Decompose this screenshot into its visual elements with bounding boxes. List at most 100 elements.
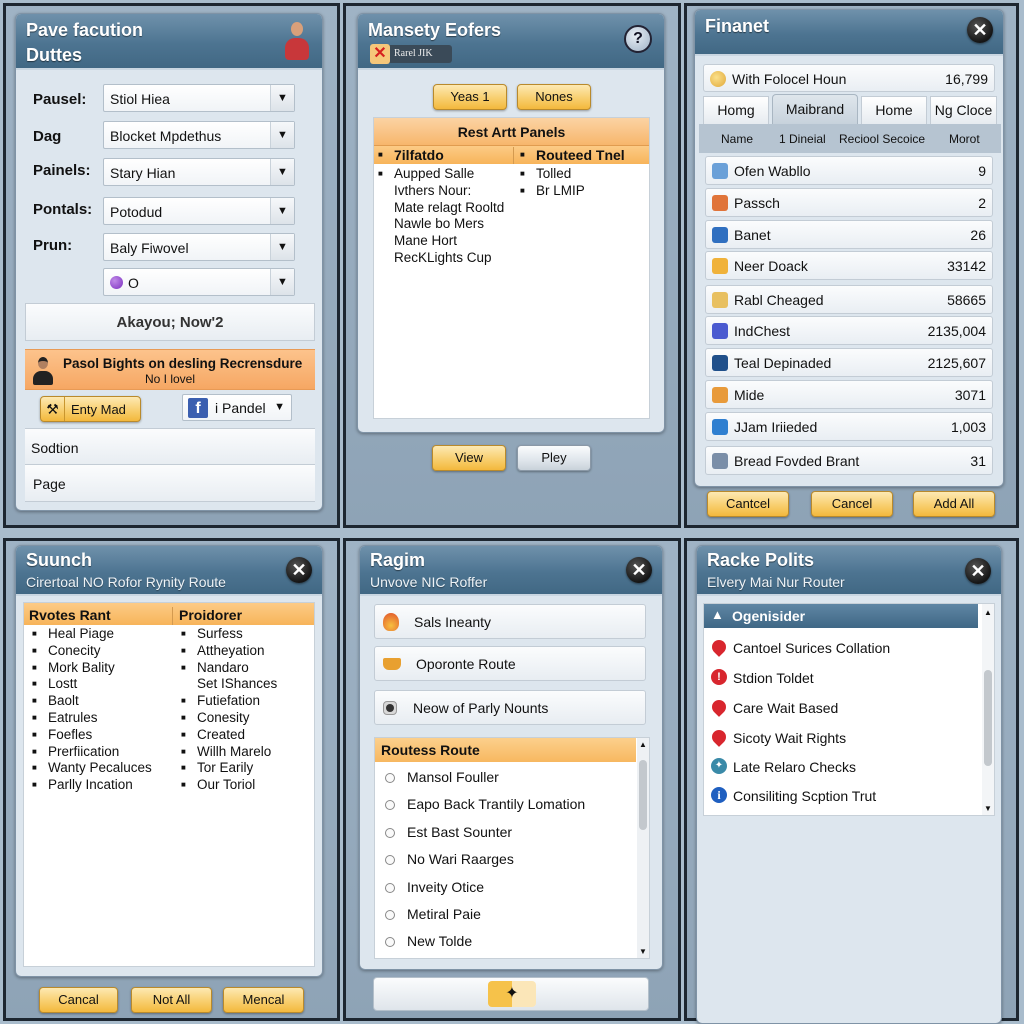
list-item[interactable]: RecKLights Cup [374, 250, 504, 267]
list-item[interactable]: Mate relagt Rooltd [374, 200, 504, 217]
table-row[interactable]: Rabl Cheaged 58665 [705, 285, 993, 314]
list-item[interactable]: Nawle bo Mers [374, 216, 504, 233]
table-row[interactable]: Mide 3071 [705, 380, 993, 409]
add-all-button[interactable]: Add All [913, 491, 995, 517]
dag-dropdown[interactable]: Blocket Mpdethus ▼ [103, 121, 295, 149]
table-row[interactable]: Ofen Wabllo 9 [705, 156, 993, 185]
list-item[interactable]: Parlly Incation [28, 777, 152, 794]
list-item[interactable]: Mork Bality [28, 660, 152, 677]
radio-item[interactable]: Est Bast Sounter [375, 819, 637, 846]
option-sals-ineanty[interactable]: Sals Ineanty [374, 604, 646, 639]
place-item[interactable]: Cantoel Surices Collation [704, 636, 978, 662]
list-item[interactable]: Conecity [28, 643, 152, 660]
col1-header[interactable]: Rvotes Rant [29, 607, 173, 625]
list-item[interactable]: Baolt [28, 693, 152, 710]
table-row[interactable]: Banet 26 [705, 220, 993, 249]
close-button[interactable]: ✕ [965, 558, 991, 584]
list-item[interactable]: Heal Piage [28, 626, 152, 643]
list-item[interactable]: Prerfiication [28, 744, 152, 761]
tab-maibrand[interactable]: Maibrand [772, 94, 858, 124]
col-header-name[interactable]: Name [721, 132, 753, 146]
list-item[interactable]: Wanty Pecaluces [28, 760, 152, 777]
pontals-dropdown[interactable]: Potodud ▼ [103, 197, 295, 225]
option-neow-of-parly-nounts[interactable]: Neow of Parly Nounts [374, 690, 646, 725]
list-item[interactable]: Foefles [28, 727, 152, 744]
col-header-reciool[interactable]: Reciool Secoice [839, 132, 925, 146]
painels-dropdown[interactable]: Stary Hian ▼ [103, 158, 295, 186]
list-item[interactable]: Our Toriol [177, 777, 277, 794]
radio-item[interactable]: New Tolde [375, 928, 637, 955]
list-item[interactable]: Aupped Salle [374, 166, 504, 183]
page-row[interactable]: Page [25, 465, 315, 502]
list-item[interactable]: Tor Earily [177, 760, 277, 777]
scrollbar-thumb[interactable] [984, 670, 992, 766]
scroll-up-icon[interactable]: ▲ [982, 608, 994, 617]
not-all-button[interactable]: Not All [131, 987, 212, 1013]
scroll-down-icon[interactable]: ▼ [637, 947, 649, 956]
table-row[interactable]: Bread Fovded Brant 31 [705, 446, 993, 475]
chevron-down-icon[interactable]: ▼ [270, 159, 294, 185]
close-button[interactable]: ✕ [967, 17, 993, 43]
table-row[interactable]: JJam Iriieded 1,003 [705, 412, 993, 441]
list-item[interactable]: Nandaro [177, 660, 277, 677]
place-item[interactable]: Sicoty Wait Rights [704, 726, 978, 752]
cancel-button[interactable]: Cancel [811, 491, 893, 517]
list-item[interactable]: Mane Hort [374, 233, 504, 250]
mencal-button[interactable]: Mencal [223, 987, 304, 1013]
pley-button[interactable]: Pley [517, 445, 591, 471]
prun-dropdown[interactable]: Baly Fiwovel ▼ [103, 233, 295, 261]
place-item[interactable]: Care Wait Based [704, 696, 978, 722]
list-item[interactable]: Lostt [28, 676, 152, 693]
action-bar-button[interactable]: ✦ [373, 977, 649, 1011]
close-button[interactable]: ✕ [626, 557, 652, 583]
chevron-down-icon[interactable]: ▼ [270, 198, 294, 224]
chevron-down-icon[interactable]: ▼ [270, 85, 294, 111]
chevron-down-icon[interactable]: ▼ [270, 234, 294, 260]
list-item[interactable]: Br LMIP [516, 183, 585, 200]
pausel-dropdown[interactable]: Stiol Hiea ▼ [103, 84, 295, 112]
list-item[interactable]: Futiefation [177, 693, 277, 710]
scrollbar[interactable]: ▲ ▼ [982, 604, 994, 815]
scroll-up-icon[interactable]: ▲ [637, 740, 649, 749]
color-dropdown[interactable]: O ▼ [103, 268, 295, 296]
list-item[interactable]: Ivthers Nour: [374, 183, 504, 200]
scrollbar-thumb[interactable] [639, 760, 647, 830]
table-row[interactable]: Neer Doack 33142 [705, 251, 993, 280]
yeas-button[interactable]: Yeas 1 [433, 84, 507, 110]
place-item[interactable]: ✦ Late Relaro Checks [704, 755, 978, 781]
option-oporonte-route[interactable]: Oporonte Route [374, 646, 646, 681]
nones-button[interactable]: Nones [517, 84, 591, 110]
list-item[interactable]: Set IShances [177, 676, 277, 693]
cantcel-button[interactable]: Cantcel [707, 491, 789, 517]
tab-ng-cloce[interactable]: Ng Cloce [930, 96, 997, 124]
list-item[interactable]: Tolled [516, 166, 585, 183]
radio-item[interactable]: Mansol Fouller [375, 764, 637, 791]
table-row[interactable]: IndChest 2135,004 [705, 316, 993, 345]
list-item[interactable]: Willh Marelo [177, 744, 277, 761]
col-header-morot[interactable]: Morot [949, 132, 980, 146]
list-item[interactable]: Attheyation [177, 643, 277, 660]
list-item[interactable]: Created [177, 727, 277, 744]
social-select[interactable]: f i Pandel ▼ [182, 394, 292, 421]
list-item[interactable]: Conesity [177, 710, 277, 727]
place-item[interactable]: ! Stdion Toldet [704, 666, 978, 692]
chevron-down-icon[interactable]: ▼ [270, 122, 294, 148]
table-row[interactable]: Teal Depinaded 2125,607 [705, 348, 993, 377]
radio-item[interactable]: Metiral Paie [375, 901, 637, 928]
radio-item[interactable]: Inveity Otice [375, 874, 637, 901]
col2-header[interactable]: Proidorer [179, 607, 242, 623]
scroll-down-icon[interactable]: ▼ [982, 804, 994, 813]
help-button[interactable]: ? [624, 25, 652, 53]
chevron-down-icon[interactable]: ▼ [270, 269, 294, 295]
view-button[interactable]: View [432, 445, 506, 471]
list-item[interactable]: Eatrules [28, 710, 152, 727]
scrollbar[interactable]: ▲ ▼ [637, 738, 649, 958]
chevron-down-icon[interactable]: ▼ [274, 401, 285, 413]
entry-button[interactable]: ⚒ Enty Mad [40, 396, 141, 422]
table-row[interactable]: Passch 2 [705, 188, 993, 217]
place-item[interactable]: i Consiliting Scption Trut [704, 784, 978, 810]
radio-item[interactable]: No Wari Raarges [375, 846, 637, 873]
col-header-dineial[interactable]: 1 Dineial [779, 132, 826, 146]
radio-item[interactable]: Eapo Back Trantily Lomation [375, 791, 637, 818]
list-item[interactable]: Surfess [177, 626, 277, 643]
